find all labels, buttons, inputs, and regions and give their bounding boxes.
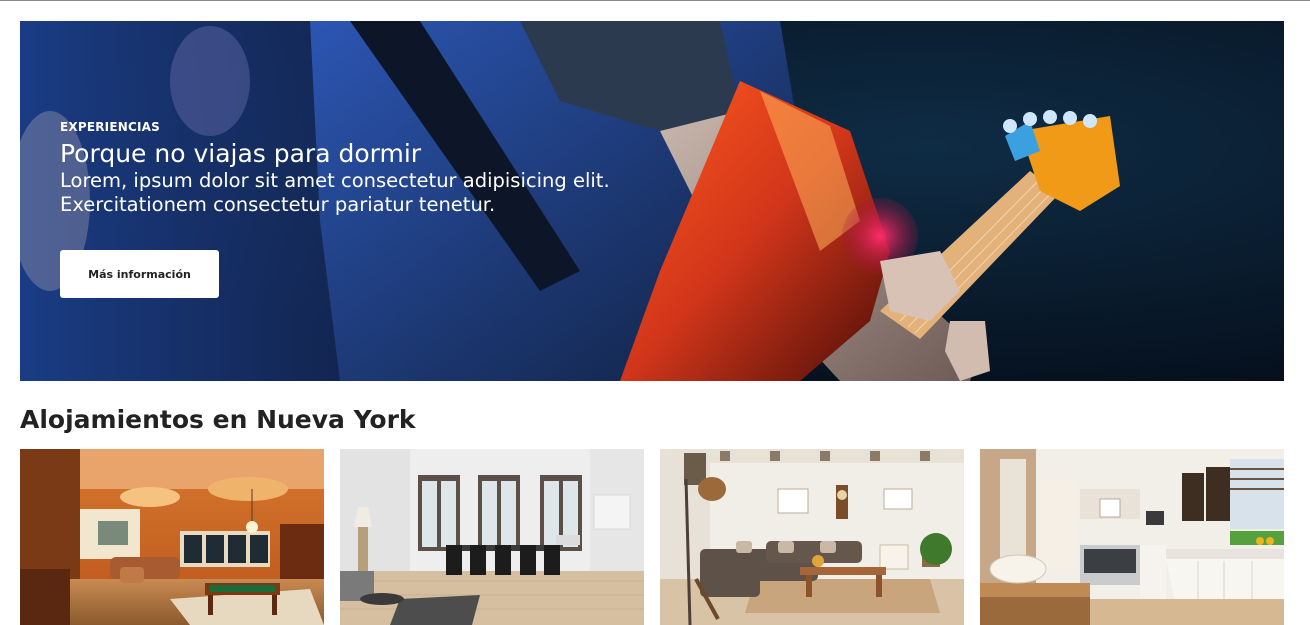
more-info-button[interactable]: Más información	[60, 250, 219, 298]
listing-card[interactable]	[980, 449, 1284, 625]
hero-text-block: EXPERIENCIAS Porque no viajas para dormi…	[60, 119, 610, 217]
hero-title: Porque no viajas para dormir	[60, 139, 422, 168]
listing-card[interactable]	[20, 449, 324, 625]
hero-banner: EXPERIENCIAS Porque no viajas para dormi…	[20, 21, 1284, 381]
game-room-photo	[20, 449, 324, 625]
listing-card[interactable]	[340, 449, 644, 625]
living-room-photo	[660, 449, 964, 625]
listing-card[interactable]	[660, 449, 964, 625]
hero-description-line-1: Lorem, ipsum dolor sit amet consectetur …	[60, 169, 610, 192]
dining-room-photo	[340, 449, 644, 625]
hero-eyebrow: EXPERIENCIAS	[60, 120, 160, 134]
hero-description-line-2: Exercitationem consectetur pariatur tene…	[60, 193, 496, 216]
top-divider	[0, 0, 1310, 1]
kitchen-photo	[980, 449, 1284, 625]
section-title: Alojamientos en Nueva York	[20, 405, 416, 434]
